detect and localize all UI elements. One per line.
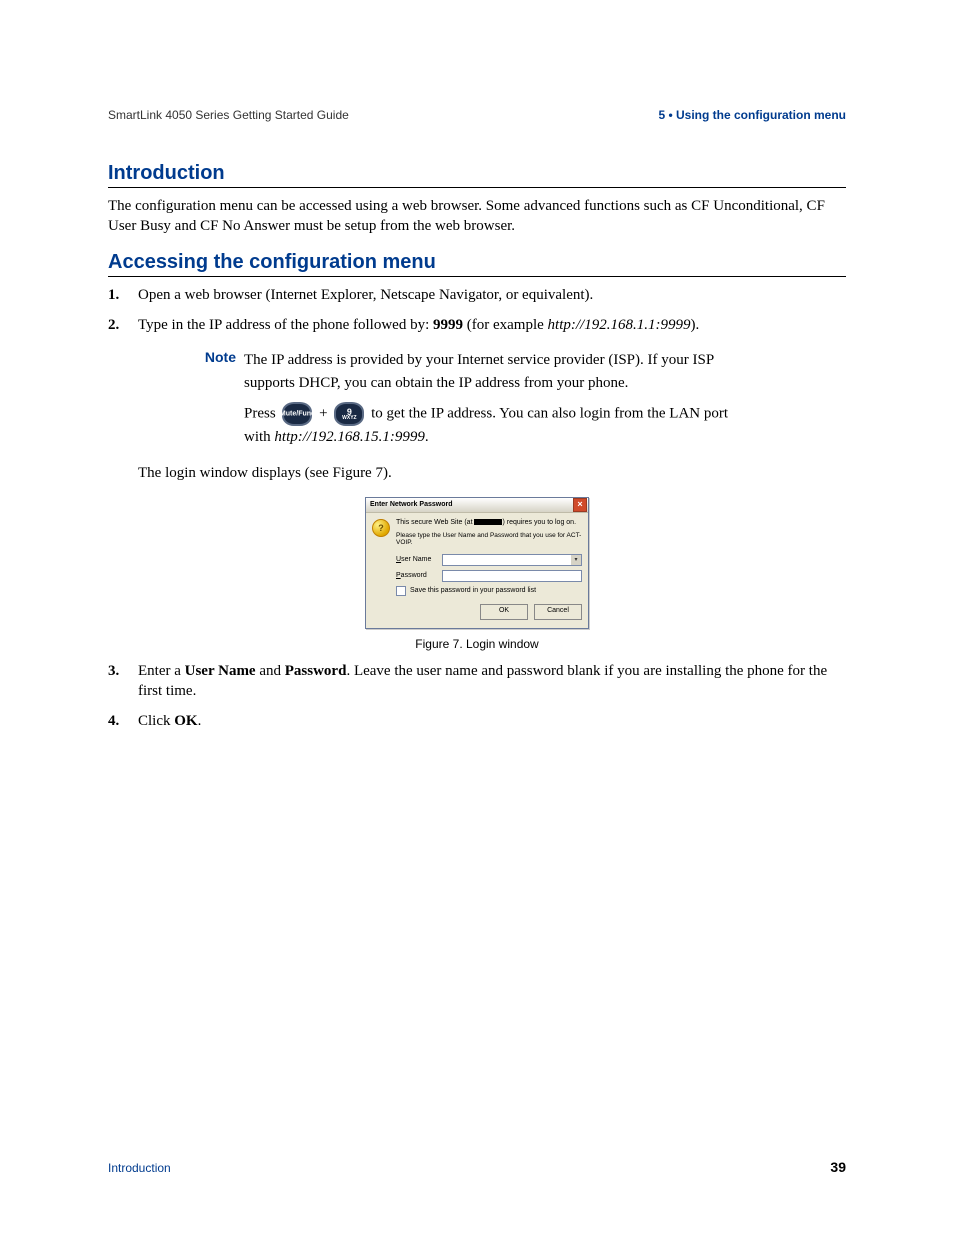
password-row: Password <box>396 570 582 582</box>
running-header: SmartLink 4050 Series Getting Started Gu… <box>108 108 846 122</box>
username-input[interactable]: ▾ <box>442 554 582 566</box>
figure-7: Enter Network Password × This secure Web… <box>108 497 846 651</box>
dialog-body: This secure Web Site (at ) requires you … <box>366 513 588 628</box>
ok-button[interactable]: OK <box>480 604 528 620</box>
figure-caption: Figure 7. Login window <box>108 637 846 651</box>
steps-list-cont: 3. Enter a User Name and Password. Leave… <box>108 661 846 732</box>
cancel-button[interactable]: Cancel <box>534 604 582 620</box>
save-password-label: Save this password in your password list <box>410 587 536 594</box>
running-header-left: SmartLink 4050 Series Getting Started Gu… <box>108 108 349 122</box>
step-4: 4. Click OK. <box>108 711 846 731</box>
heading-introduction: Introduction <box>108 162 846 185</box>
step-text: Type in the IP address of the phone foll… <box>138 315 699 335</box>
after-note-paragraph: The login window displays (see Figure 7)… <box>138 463 846 483</box>
lan-url: http://192.168.15.1:9999 <box>274 429 424 445</box>
step-text: Open a web browser (Internet Explorer, N… <box>138 285 593 305</box>
password-input[interactable] <box>442 570 582 582</box>
username-row: User Name ▾ <box>396 554 582 566</box>
question-icon <box>372 519 390 537</box>
dropdown-icon[interactable]: ▾ <box>571 555 581 565</box>
save-password-checkbox[interactable] <box>396 586 406 596</box>
note-block: Note The IP address is provided by your … <box>178 349 846 449</box>
example-url: http://192.168.1.1:9999 <box>548 317 691 333</box>
redacted-host <box>474 519 502 525</box>
note-label: Note <box>178 349 244 449</box>
step-number: 2. <box>108 315 138 335</box>
step-text: Enter a User Name and Password. Leave th… <box>138 661 846 702</box>
step-1: 1. Open a web browser (Internet Explorer… <box>108 285 846 305</box>
page: SmartLink 4050 Series Getting Started Gu… <box>0 0 954 1235</box>
intro-paragraph: The configuration menu can be accessed u… <box>108 196 846 237</box>
step-2: 2. Type in the IP address of the phone f… <box>108 315 846 335</box>
step-text: Click OK. <box>138 711 201 731</box>
step-number: 4. <box>108 711 138 731</box>
mute-func-key-icon: Mute/Func <box>282 402 312 426</box>
running-header-right: 5 • Using the configuration menu <box>658 108 846 122</box>
steps-list: 1. Open a web browser (Internet Explorer… <box>108 285 846 336</box>
save-password-row: Save this password in your password list <box>396 586 582 596</box>
step-number: 3. <box>108 661 138 702</box>
note-body: The IP address is provided by your Inter… <box>244 349 744 449</box>
dialog-instruction: Please type the User Name and Password t… <box>396 532 582 546</box>
heading-accessing-config: Accessing the configuration menu <box>108 251 846 274</box>
page-number: 39 <box>830 1159 846 1175</box>
dialog-title: Enter Network Password <box>370 501 452 508</box>
login-dialog: Enter Network Password × This secure Web… <box>365 497 589 629</box>
nine-wxyz-key-icon: 9WXYZ <box>334 402 364 426</box>
dialog-titlebar: Enter Network Password × <box>366 498 588 513</box>
rule <box>108 276 846 277</box>
footer-section-name: Introduction <box>108 1161 171 1175</box>
rule <box>108 187 846 188</box>
dialog-button-row: OK Cancel <box>396 604 582 620</box>
username-label: User Name <box>396 556 442 563</box>
step-number: 1. <box>108 285 138 305</box>
dialog-site-line: This secure Web Site (at ) requires you … <box>396 519 582 526</box>
page-footer: Introduction 39 <box>108 1159 846 1175</box>
step-3: 3. Enter a User Name and Password. Leave… <box>108 661 846 702</box>
close-icon[interactable]: × <box>573 498 587 512</box>
password-label: Password <box>396 572 442 579</box>
